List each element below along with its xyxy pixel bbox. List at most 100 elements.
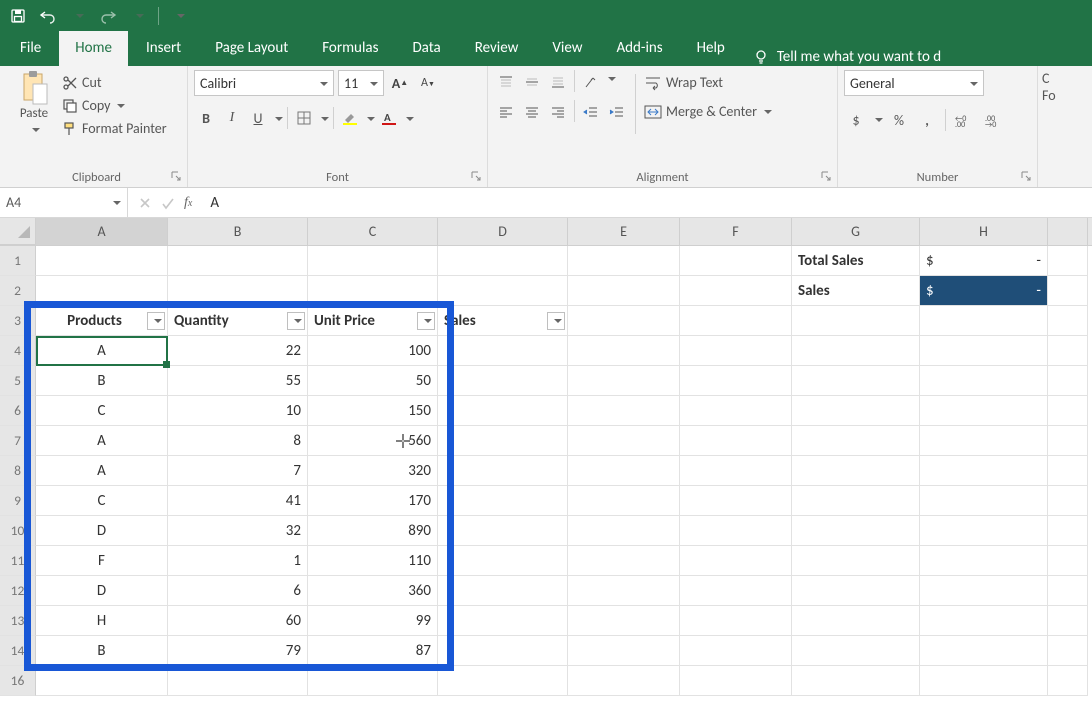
row-header[interactable]: 5 [0,366,36,396]
cell[interactable] [1048,606,1088,636]
row-header[interactable]: 9 [0,486,36,516]
cell[interactable] [438,456,568,486]
cell-unit-price[interactable]: 560 [308,426,438,456]
redo-dropdown[interactable] [126,4,150,28]
cell[interactable] [568,336,680,366]
col-header-b[interactable]: B [168,218,308,245]
cell[interactable] [438,576,568,606]
cell[interactable] [36,666,168,696]
cell[interactable] [438,666,568,696]
cell[interactable] [1048,336,1088,366]
number-launcher[interactable] [1019,169,1033,183]
filter-button[interactable] [147,312,165,330]
orientation-dropdown[interactable] [605,70,616,94]
row-header[interactable]: 1 [0,246,36,276]
cell[interactable] [568,546,680,576]
increase-indent[interactable] [605,100,629,124]
font-launcher[interactable] [469,169,483,183]
tab-data[interactable]: Data [396,31,456,66]
col-header-a[interactable]: A [36,218,168,245]
cell-product[interactable]: C [36,486,168,516]
cell[interactable] [568,456,680,486]
cell[interactable] [680,246,792,276]
cell[interactable] [438,426,568,456]
cell-quantity[interactable]: 7 [168,456,308,486]
cell[interactable] [1048,456,1088,486]
cell-product[interactable]: H [36,606,168,636]
cell[interactable] [308,246,438,276]
cell[interactable] [1048,546,1088,576]
cell-unit-price[interactable]: 170 [308,486,438,516]
cell-quantity[interactable]: 6 [168,576,308,606]
row-header[interactable]: 16 [0,666,36,696]
row-header[interactable]: 11 [0,546,36,576]
cell[interactable] [568,366,680,396]
cell-quantity[interactable]: 8 [168,426,308,456]
table-header-quantity[interactable]: Quantity [168,306,308,336]
undo-dropdown[interactable] [66,4,90,28]
cell[interactable] [680,636,792,666]
cell-unit-price[interactable]: 320 [308,456,438,486]
comma-button[interactable]: , [915,108,939,132]
orientation-button[interactable] [579,70,603,94]
bold-button[interactable]: B [194,106,218,130]
cell[interactable] [920,306,1048,336]
font-name-combo[interactable]: Calibri [194,70,334,96]
filter-button[interactable] [287,312,305,330]
tab-page-layout[interactable]: Page Layout [199,31,304,66]
cell[interactable] [680,426,792,456]
row-header[interactable]: 14 [0,636,36,666]
cell-unit-price[interactable]: 50 [308,366,438,396]
cell[interactable] [920,636,1048,666]
row-header[interactable]: 12 [0,576,36,606]
col-header-f[interactable]: F [680,218,792,245]
enter-icon[interactable] [160,196,176,210]
cell[interactable] [36,276,168,306]
cell-h2[interactable]: $- [920,276,1048,306]
cell-unit-price[interactable]: 890 [308,516,438,546]
cell[interactable] [438,546,568,576]
cell[interactable] [568,486,680,516]
cell[interactable] [792,666,920,696]
cell[interactable] [438,366,568,396]
row-header[interactable]: 10 [0,516,36,546]
format-painter-button[interactable]: Format Painter [60,118,169,139]
cell-quantity[interactable]: 60 [168,606,308,636]
number-format-combo[interactable]: General [844,70,984,96]
cell[interactable] [308,666,438,696]
formula-input[interactable]: A [202,194,1092,212]
cell[interactable] [680,336,792,366]
cell-unit-price[interactable]: 87 [308,636,438,666]
cell[interactable] [680,306,792,336]
cell[interactable] [1048,276,1088,306]
row-header[interactable]: 13 [0,606,36,636]
align-top[interactable] [494,70,518,94]
cell[interactable] [680,276,792,306]
cell-product[interactable]: C [36,396,168,426]
cell[interactable] [920,606,1048,636]
cell-g2[interactable]: Sales [792,276,920,306]
cell[interactable] [680,606,792,636]
copy-button[interactable]: Copy [60,95,169,116]
align-center[interactable] [520,100,544,124]
cell[interactable] [680,516,792,546]
cell[interactable] [680,456,792,486]
cell[interactable] [438,606,568,636]
cell[interactable] [1048,576,1088,606]
cell[interactable] [1048,366,1088,396]
cell-unit-price[interactable]: 100 [308,336,438,366]
tab-addins[interactable]: Add-ins [600,31,678,66]
cut-button[interactable]: Cut [60,72,169,93]
cell[interactable] [792,456,920,486]
cell[interactable] [1048,666,1088,696]
paste-button[interactable]: Paste [12,70,56,138]
cell[interactable] [1048,306,1088,336]
cell-quantity[interactable]: 10 [168,396,308,426]
row-header[interactable]: 8 [0,456,36,486]
cell[interactable] [438,276,568,306]
cell[interactable] [168,666,308,696]
cell[interactable] [792,306,920,336]
cell[interactable] [920,366,1048,396]
cell[interactable] [568,276,680,306]
cell[interactable] [792,486,920,516]
